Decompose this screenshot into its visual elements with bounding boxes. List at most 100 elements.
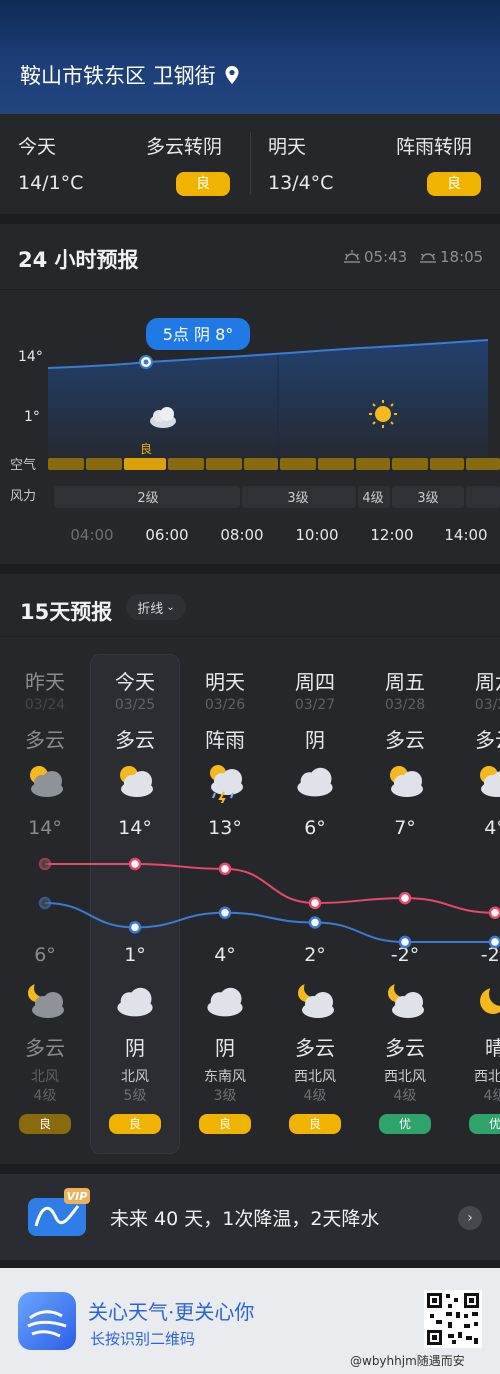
app-logo — [18, 1292, 76, 1350]
forecast-title: 15天预报 — [20, 600, 113, 624]
low-temp-point — [308, 916, 322, 929]
day-date: 03/28 — [384, 697, 426, 713]
wind-level: 4级 — [362, 491, 383, 506]
y-axis-high: 14° — [18, 349, 43, 365]
today-temp: 14/1°C — [18, 172, 84, 194]
time-label: 14:00 — [444, 526, 487, 544]
wind-level: 3级 — [417, 491, 438, 506]
low-temp-point — [488, 935, 500, 949]
wind-level: 3级 — [287, 491, 308, 506]
low-temp-point — [398, 935, 412, 949]
wind-direction: 西北风 — [294, 1069, 336, 1085]
high-temp-point — [218, 862, 232, 876]
today-aqi-badge: 良 — [176, 172, 230, 196]
day-date: 03/25 — [114, 697, 156, 713]
chevron-down-icon: ⌄ — [166, 601, 175, 613]
night-partly-cloudy-icon — [23, 979, 67, 1023]
partly-cloudy-icon — [23, 759, 67, 803]
vip-banner[interactable]: VIP 未来 40 天，1次降温，2天降水 › — [0, 1174, 500, 1260]
time-label: 06:00 — [145, 526, 188, 544]
wind-level: 4级 — [33, 1088, 57, 1104]
partly-cloudy-icon — [113, 759, 157, 803]
day-condition: 多云 — [475, 728, 500, 752]
night-condition: 阴 — [215, 1036, 235, 1060]
high-temp: 14° — [118, 817, 152, 839]
sunrise-time: 05:43 — [364, 248, 408, 266]
day-date: 03/27 — [294, 697, 336, 713]
high-temp-point — [488, 906, 500, 919]
aqi-badge: 优 — [469, 1114, 500, 1134]
location[interactable]: 鞍山市铁东区 卫钢街 — [20, 60, 240, 90]
time-label: 12:00 — [370, 526, 413, 544]
night-condition: 多云 — [295, 1036, 335, 1060]
partly-cloudy-icon — [383, 759, 427, 803]
day-name: 周四 — [295, 670, 335, 694]
time-label: 08:00 — [220, 526, 263, 544]
day-name: 周五 — [385, 670, 425, 694]
divider — [0, 636, 500, 637]
night-partly-cloudy-icon — [293, 979, 337, 1023]
aqi-badge: 良 — [289, 1114, 341, 1134]
low-temp-point — [128, 921, 142, 934]
sunrise: 05:43 — [343, 248, 407, 266]
day-condition: 多云 — [115, 728, 155, 752]
today-tomorrow-card: 今天 多云转阴 14/1°C 良 明天 阵雨转阴 13/4°C 良 — [0, 114, 500, 214]
night-partly-cloudy-icon — [383, 979, 427, 1023]
time-label: 04:00 — [70, 526, 113, 544]
day-name: 昨天 — [25, 670, 65, 694]
wind-level: 3级 — [213, 1088, 237, 1104]
app-footer: 关心天气·更关心你 长按识别二维码 @wbyhhjm随遇而安 — [0, 1268, 500, 1374]
moon-icon — [473, 979, 500, 1023]
day-condition: 多云 — [25, 728, 65, 752]
hourly-forecast-panel[interactable]: 24 小时预报 05:43 18:05 14° 1° 5点 阴 8° 空气 良 … — [0, 224, 500, 564]
chart-mode-toggle[interactable]: 折线 ⌄ — [126, 594, 186, 620]
divider — [250, 132, 251, 194]
day-condition: 多云 — [385, 728, 425, 752]
qr-code-icon[interactable] — [424, 1290, 482, 1348]
hourly-title: 24 小时预报 — [18, 248, 139, 272]
aqi-badge: 优 — [379, 1114, 431, 1134]
high-temp: 6° — [304, 817, 326, 839]
day-condition: 阴 — [305, 728, 325, 752]
night-condition: 多云 — [25, 1036, 65, 1060]
wind-level: 4级 — [393, 1088, 417, 1104]
low-temp-line — [44, 902, 495, 943]
location-text: 鞍山市铁东区 卫钢街 — [20, 64, 216, 88]
tomorrow-temp: 13/4°C — [268, 172, 334, 194]
tomorrow-label: 明天 — [268, 136, 307, 158]
wind-level: 4级 — [483, 1088, 500, 1104]
sunset-icon — [420, 253, 436, 263]
daily-forecast-panel[interactable]: 15天预报 折线 ⌄ 昨天 03/24 多云 14° 6° 多云 北风 4级 良… — [0, 574, 500, 1164]
aqi-badge: 良 — [19, 1114, 71, 1134]
cloudy-icon — [113, 979, 157, 1023]
day-date: 03/29 — [474, 697, 500, 713]
thunder-shower-icon — [203, 759, 247, 806]
sunrise-icon — [344, 250, 360, 263]
tooltip-text: 5点 阴 8° — [163, 325, 234, 344]
high-temp: 4° — [484, 817, 500, 839]
day-date: 03/26 — [204, 697, 246, 713]
high-temp-point — [308, 896, 322, 910]
air-quality-bar — [48, 458, 500, 470]
wind-direction: 东南风 — [204, 1069, 246, 1085]
tomorrow-condition: 阵雨转阴 — [396, 136, 473, 158]
day-name: 周六 — [475, 670, 500, 694]
wind-direction: 西北风 — [474, 1069, 500, 1085]
vip-text: 未来 40 天，1次降温，2天降水 — [110, 1208, 380, 1230]
chart-mode-label: 折线 — [137, 601, 164, 617]
wind-logo-icon — [27, 1310, 67, 1338]
high-temp-point — [398, 891, 412, 905]
time-label: 10:00 — [295, 526, 338, 544]
wind-level: 5级 — [123, 1088, 147, 1104]
day-name: 明天 — [205, 670, 245, 694]
temperature-chart — [38, 857, 500, 949]
chevron-right-icon[interactable]: › — [458, 1206, 482, 1230]
low-temp-point — [218, 906, 232, 919]
watermark: @wbyhhjm随遇而安 — [350, 1354, 465, 1368]
today-label: 今天 — [18, 136, 57, 158]
aqi-badge: 良 — [109, 1114, 161, 1134]
tomorrow-aqi-badge: 良 — [427, 172, 481, 196]
sunset: 18:05 — [419, 248, 483, 266]
today-condition: 多云转阴 — [146, 136, 223, 158]
high-temp: 14° — [28, 817, 62, 839]
